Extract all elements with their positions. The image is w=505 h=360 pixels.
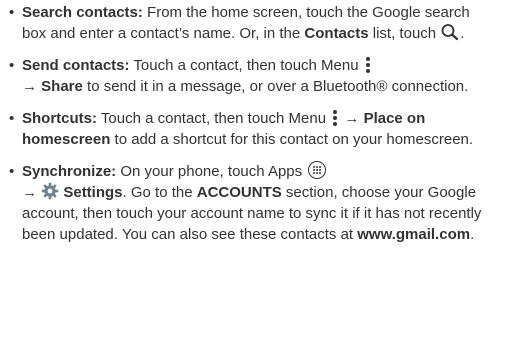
bullet: • <box>9 110 15 127</box>
share-label: Share <box>41 78 83 95</box>
arrow: → <box>344 110 360 127</box>
menu-icon <box>363 56 373 74</box>
bullet: • <box>9 4 15 21</box>
item-text: . <box>470 226 475 243</box>
item-text: to send it in a message, or over a Bluet… <box>82 78 469 95</box>
settings-gear-icon <box>41 182 59 200</box>
search-icon <box>441 24 459 41</box>
arrow: → <box>22 184 37 201</box>
item-text: On your phone, touch Apps <box>116 163 307 180</box>
apps-icon <box>308 161 327 179</box>
arrow: → <box>22 78 37 95</box>
item-text: Touch a contact, then touch Menu <box>129 57 363 74</box>
item-text: list, touch <box>368 25 441 42</box>
settings-label: Settings <box>63 184 123 201</box>
bullet: • <box>9 163 15 180</box>
item-text: . Go to the <box>122 184 197 201</box>
contacts-label: Contacts <box>304 25 369 42</box>
gmail-link: www.gmail.com <box>357 226 471 243</box>
accounts-label: ACCOUNTS <box>196 184 282 201</box>
item-text: to add a shortcut for this contact on yo… <box>110 131 474 148</box>
item-text: . <box>460 25 465 42</box>
item-title: Shortcuts: <box>22 110 97 127</box>
contacts-tips-list: • Search contacts: From the home screen,… <box>8 2 498 245</box>
menu-icon <box>330 109 340 127</box>
item-title: Send contacts: <box>22 57 130 74</box>
list-item-shortcuts: • Shortcuts: Touch a contact, then touch… <box>8 108 498 150</box>
bullet: • <box>9 57 15 74</box>
item-title: Search contacts: <box>22 4 143 21</box>
list-item-send-contacts: • Send contacts: Touch a contact, then t… <box>8 55 498 97</box>
item-title: Synchronize: <box>22 163 117 180</box>
list-item-search-contacts: • Search contacts: From the home screen,… <box>8 2 498 44</box>
item-text: Touch a contact, then touch Menu <box>97 110 331 127</box>
list-item-synchronize: • Synchronize: On your phone, touch Apps… <box>8 161 498 245</box>
